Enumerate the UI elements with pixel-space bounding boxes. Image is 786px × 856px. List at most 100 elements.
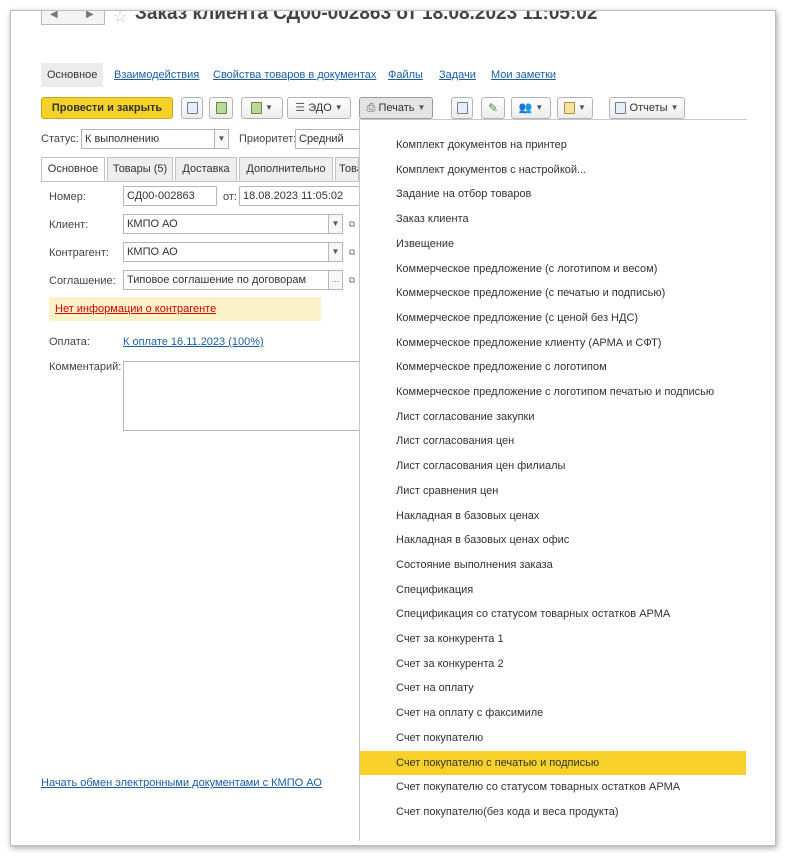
date-field[interactable]: 18.08.2023 11:05:02: [239, 186, 359, 206]
print-menu-item[interactable]: Состояние выполнения заказа: [360, 553, 746, 578]
print-menu-item[interactable]: Счет на оплату с факсимиле: [360, 701, 746, 726]
print-menu-item[interactable]: Коммерческое предложение клиенту (АРМА и…: [360, 331, 746, 356]
post-button[interactable]: [209, 97, 233, 119]
print-menu-item[interactable]: Счет покупателю с печатью и подписью: [360, 750, 746, 776]
print-menu-item[interactable]: Счет на оплату: [360, 676, 746, 701]
print-menu-item[interactable]: Коммерческое предложение с логотипом печ…: [360, 380, 746, 405]
print-menu-item[interactable]: Задание на отбор товаров: [360, 182, 746, 207]
print-menu-item[interactable]: Счет покупателю со статусом товарных ост…: [360, 775, 746, 800]
tab-main[interactable]: Основное: [41, 157, 105, 182]
print-menu-item[interactable]: Спецификация: [360, 578, 746, 603]
open-client-icon[interactable]: ⧉: [345, 214, 359, 234]
agreement-label: Соглашение:: [49, 275, 116, 287]
favorite-star-icon[interactable]: ☆: [113, 11, 127, 27]
tab-divider: [41, 181, 359, 182]
status-field[interactable]: К выполнению: [81, 129, 215, 149]
agreement-select-button[interactable]: …: [329, 270, 343, 290]
payment-link[interactable]: К оплате 16.11.2023 (100%): [123, 336, 264, 348]
client-dropdown-button[interactable]: ▼: [329, 214, 343, 234]
comment-label: Комментарий:: [49, 361, 122, 373]
print-menu-item[interactable]: Лист согласование закупки: [360, 405, 746, 430]
priority-field[interactable]: Средний: [295, 129, 359, 149]
print-menu-item[interactable]: Счет покупателю: [360, 726, 746, 751]
edo-icon: ☰: [295, 102, 309, 114]
tab-additional[interactable]: Дополнительно: [239, 157, 333, 181]
pen-icon: ✎: [487, 101, 499, 116]
open-contragent-icon[interactable]: ⧉: [345, 242, 359, 262]
tab-goods[interactable]: Товары (5): [107, 157, 173, 181]
print-menu-item[interactable]: Лист согласования цен: [360, 429, 746, 454]
open-agreement-icon[interactable]: ⧉: [345, 270, 359, 290]
chevron-down-icon: ▼: [334, 103, 343, 113]
reports-label: Отчеты: [629, 102, 668, 114]
edo-button[interactable]: ☰ ЭДО ▼: [287, 97, 351, 119]
print-button[interactable]: ⎙ Печать ▼: [359, 97, 433, 119]
tab-goods-more[interactable]: Товары: [335, 157, 359, 181]
print-menu-item[interactable]: Коммерческое предложение (с ценой без НД…: [360, 306, 746, 331]
client-label: Клиент:: [49, 219, 89, 231]
back-arrow-icon[interactable]: ◀: [50, 11, 58, 20]
agreement-field[interactable]: Типовое соглашение по договорам: [123, 270, 329, 290]
nav-my-notes[interactable]: Мои заметки: [491, 63, 556, 87]
print-menu-item[interactable]: Спецификация со статусом товарных остатк…: [360, 602, 746, 627]
nav-files[interactable]: Файлы: [388, 63, 423, 87]
print-menu-item[interactable]: Лист согласования цен филиалы: [360, 454, 746, 479]
document-window: ◀ ▶ ☆ Заказ клиента СД00-002863 от 18.08…: [10, 10, 776, 846]
print-menu-item[interactable]: Накладная в базовых ценах офис: [360, 528, 746, 553]
report-icon: [615, 102, 627, 115]
nav-product-properties[interactable]: Свойства товаров в документах: [213, 63, 376, 87]
chevron-down-icon: ▼: [670, 103, 679, 113]
print-menu-item[interactable]: Комплект документов с настройкой...: [360, 158, 746, 183]
create-based-icon: [251, 102, 263, 115]
payment-link-prefix: К оплате: [123, 336, 171, 348]
document-title: Заказ клиента СД00-002863 от 18.08.2023 …: [135, 10, 598, 24]
print-menu-item[interactable]: Заказ клиента: [360, 207, 746, 232]
print-menu-item[interactable]: Лист сравнения цен: [360, 479, 746, 504]
chevron-down-icon: ▼: [417, 103, 426, 113]
chevron-down-icon: ▼: [535, 103, 544, 113]
nav-tasks[interactable]: Задачи: [439, 63, 476, 87]
priority-label: Приоритет:: [239, 133, 297, 145]
nav-interactions[interactable]: Взаимодействия: [114, 63, 199, 87]
client-field[interactable]: КМПО АО: [123, 214, 329, 234]
print-menu-item[interactable]: Счет за конкурента 1: [360, 627, 746, 652]
edit-button[interactable]: ✎: [481, 97, 505, 119]
reports-button[interactable]: Отчеты ▼: [609, 97, 685, 119]
number-field[interactable]: СД00-002863: [123, 186, 217, 206]
history-nav-buttons[interactable]: ◀ ▶: [41, 11, 105, 25]
edo-exchange-link[interactable]: Начать обмен электронными документами с …: [41, 777, 322, 789]
create-based-on-button[interactable]: ▼: [241, 97, 283, 119]
print-menu-item[interactable]: Извещение: [360, 232, 746, 257]
contragent-field[interactable]: КМПО АО: [123, 242, 329, 262]
print-menu-item[interactable]: Счет покупателю(без кода и веса продукта…: [360, 800, 746, 825]
print-menu-item[interactable]: Счет за конкурента 2: [360, 652, 746, 677]
contragent-warning-link[interactable]: Нет информации о контрагенте: [55, 303, 216, 315]
print-menu-item[interactable]: Коммерческое предложение с логотипом: [360, 355, 746, 380]
post-and-close-button[interactable]: Провести и закрыть: [41, 97, 173, 119]
print-menu-item[interactable]: Коммерческое предложение (с печатью и по…: [360, 281, 746, 306]
chevron-down-icon: ▼: [265, 103, 273, 113]
print-menu-item[interactable]: Коммерческое предложение (с логотипом и …: [360, 257, 746, 282]
attachments-button[interactable]: ▼: [557, 97, 593, 119]
post-document-icon: [215, 102, 227, 115]
chevron-down-icon: ▼: [578, 103, 586, 113]
print-menu-item[interactable]: Комплект документов на принтер: [360, 133, 746, 158]
users-button[interactable]: 👥 ▼: [511, 97, 551, 119]
contragent-label: Контрагент:: [49, 247, 109, 259]
save-button[interactable]: [181, 97, 203, 119]
print-menu-item[interactable]: Накладная в базовых ценах: [360, 504, 746, 529]
contragent-warning: Нет информации о контрагенте: [49, 297, 321, 321]
payment-label: Оплата:: [49, 336, 90, 348]
forward-arrow-icon[interactable]: ▶: [86, 11, 94, 20]
comment-textarea[interactable]: [123, 361, 363, 431]
contragent-dropdown-button[interactable]: ▼: [329, 242, 343, 262]
tab-delivery[interactable]: Доставка: [175, 157, 237, 181]
date-label: от:: [223, 191, 237, 203]
status-dropdown-button[interactable]: ▼: [215, 129, 229, 149]
users-icon: 👥: [518, 102, 533, 114]
document-list-icon: [456, 102, 468, 115]
nav-main[interactable]: Основное: [41, 63, 104, 87]
list-button[interactable]: [451, 97, 473, 119]
save-icon: [186, 102, 198, 115]
payment-link-rest: 16.11.2023 (100%): [170, 336, 264, 348]
